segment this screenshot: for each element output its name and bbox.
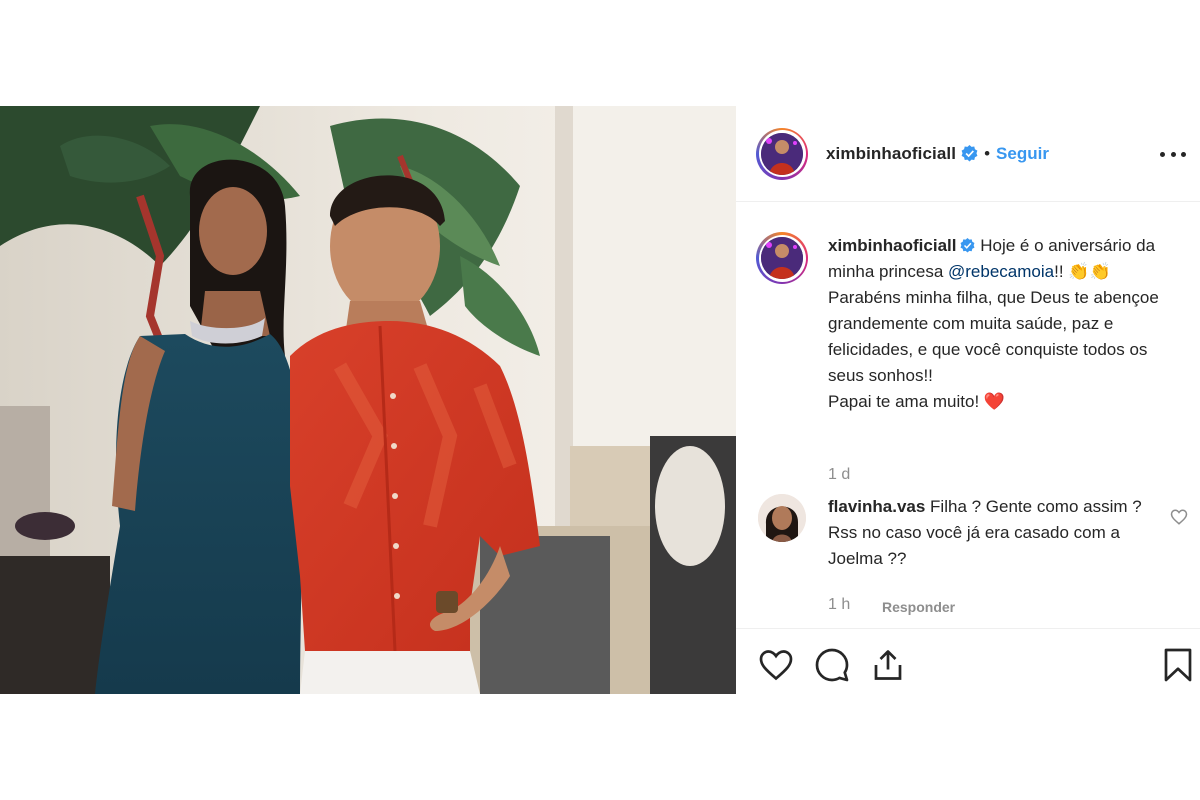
caption-avatar-ring[interactable] — [756, 232, 808, 284]
caption-avatar — [761, 237, 803, 279]
caption-mention-link[interactable]: @rebecamoia — [948, 262, 1054, 281]
reply-button[interactable]: Responder — [882, 599, 955, 615]
caption-timestamp[interactable]: 1 d — [828, 466, 850, 484]
comment-text: flavinha.vas Filha ? Gente como assim ? … — [828, 494, 1146, 572]
bookmark-icon[interactable] — [1160, 647, 1196, 683]
author-avatar-ring[interactable] — [756, 127, 808, 180]
follow-button[interactable]: Seguir — [996, 144, 1049, 164]
heart-emoji: ❤️ — [983, 392, 1006, 411]
post-photo[interactable] — [0, 106, 736, 694]
more-options-icon[interactable] — [1160, 142, 1186, 166]
post-sidebar: ximbinhaoficiall • Seguir ximbinhaoficia… — [736, 106, 1200, 694]
author-avatar — [761, 132, 803, 175]
photo-illustration — [0, 106, 736, 694]
caption-username[interactable]: ximbinhaoficiall — [828, 236, 956, 255]
clap-emoji-1: 👏 — [1068, 262, 1090, 281]
share-icon[interactable] — [870, 647, 906, 683]
caption-last-line: Papai te ama muito! — [828, 392, 984, 411]
commenter-avatar[interactable] — [758, 494, 806, 542]
instagram-post: ximbinhaoficiall • Seguir ximbinhaoficia… — [0, 106, 1200, 694]
verified-badge-icon — [961, 238, 975, 253]
caption-body: Parabéns minha filha, que Deus te abenço… — [828, 288, 1159, 385]
clap-emoji-2: 👏 — [1089, 262, 1111, 281]
post-caption: ximbinhaoficiall Hoje é o aniversário da… — [756, 232, 1196, 415]
comment-icon[interactable] — [814, 647, 850, 683]
caption-exclaim: !! — [1054, 262, 1069, 281]
heart-icon[interactable] — [758, 647, 794, 683]
post-header: ximbinhaoficiall • Seguir — [736, 106, 1200, 202]
comment-row: flavinha.vas Filha ? Gente como assim ? … — [758, 494, 1188, 572]
author-username[interactable]: ximbinhaoficiall — [826, 144, 956, 164]
action-bar — [736, 628, 1200, 694]
verified-badge-icon — [961, 145, 978, 162]
separator-dot: • — [984, 143, 991, 163]
comment-like-heart-icon[interactable] — [1170, 508, 1188, 526]
comment-timestamp[interactable]: 1 h — [828, 596, 850, 614]
commenter-username[interactable]: flavinha.vas — [828, 497, 925, 516]
caption-text: ximbinhaoficiall Hoje é o aniversário da… — [828, 233, 1188, 415]
